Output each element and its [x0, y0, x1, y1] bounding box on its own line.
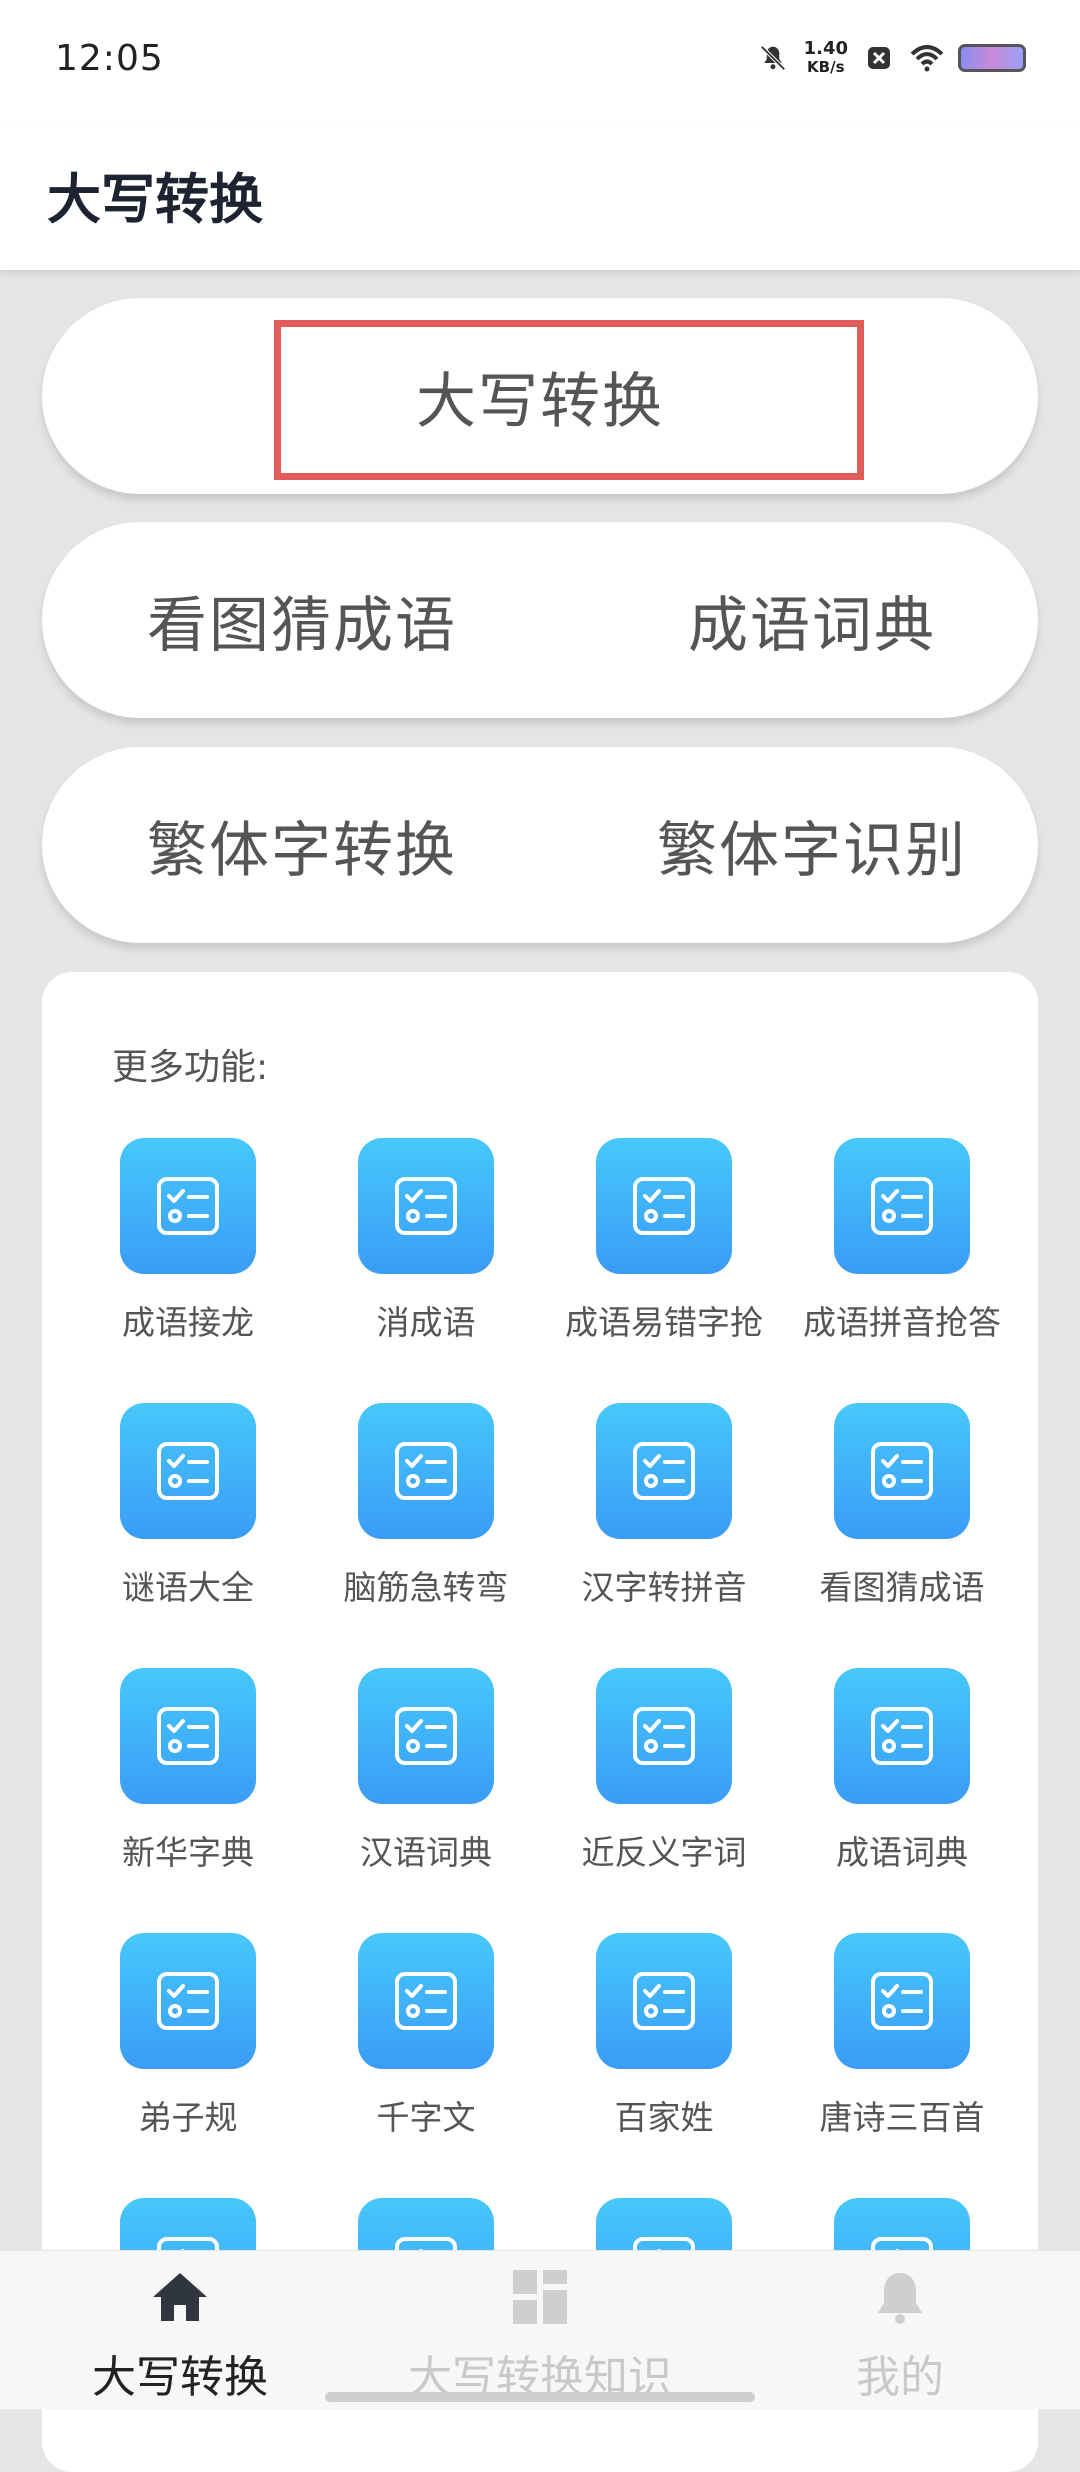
checklist-icon: [596, 1138, 732, 1274]
function-item[interactable]: 消成语: [316, 1138, 536, 1344]
function-item[interactable]: 谜语大全: [78, 1403, 298, 1609]
function-item[interactable]: 成语词典: [792, 1668, 1012, 1874]
function-item-label: 消成语: [376, 1303, 476, 1342]
function-item-label: 谜语大全: [122, 1568, 254, 1607]
function-item-label: 成语词典: [836, 1833, 968, 1872]
function-item[interactable]: 成语接龙: [78, 1138, 298, 1344]
function-item[interactable]: 弟子规: [78, 1933, 298, 2139]
status-bar: 12:05 1.40 KB/s: [0, 0, 1080, 125]
function-item-label: 千字文: [376, 2098, 476, 2137]
feature-row-2: 看图猜成语 成语词典: [42, 522, 1038, 718]
function-item-label: 百家姓: [614, 2098, 714, 2137]
speed-unit: KB/s: [807, 58, 845, 76]
checklist-icon: [358, 1668, 494, 1804]
function-item[interactable]: 汉语词典: [316, 1668, 536, 1874]
traditional-recognize-button[interactable]: 繁体字识别: [622, 747, 1002, 943]
function-item-label: 汉语词典: [360, 1833, 492, 1872]
function-item-label: 汉字转拼音: [581, 1568, 747, 1607]
nav-item-mine[interactable]: 我的: [720, 2251, 1080, 2409]
function-item-label: 成语易错字抢: [565, 1303, 763, 1342]
checklist-icon: [358, 1933, 494, 2069]
checklist-icon: [834, 1403, 970, 1539]
function-item-label: 成语接龙: [122, 1303, 254, 1342]
wifi-icon: [910, 41, 944, 75]
function-item[interactable]: 汉字转拼音: [554, 1403, 774, 1609]
page-title: 大写转换: [47, 168, 263, 231]
checklist-icon: [120, 1933, 256, 2069]
idiom-dictionary-button[interactable]: 成语词典: [622, 522, 1002, 718]
checklist-icon: [120, 1668, 256, 1804]
status-time: 12:05: [55, 38, 164, 79]
function-item-label: 弟子规: [138, 2098, 238, 2137]
network-speed: 1.40 KB/s: [803, 38, 848, 77]
status-icons: 1.40 KB/s: [756, 40, 1026, 76]
function-item[interactable]: 成语拼音抢答: [792, 1138, 1012, 1344]
nav-label: 大写转换: [92, 2352, 268, 2403]
function-item[interactable]: 唐诗三百首: [792, 1933, 1012, 2139]
function-item[interactable]: 成语易错字抢: [554, 1138, 774, 1344]
checklist-icon: [834, 1668, 970, 1804]
bell-icon: [870, 2267, 930, 2327]
more-functions-title: 更多功能:: [112, 1047, 269, 1088]
checklist-icon: [834, 1933, 970, 2069]
function-item[interactable]: 近反义字词: [554, 1668, 774, 1874]
speed-value: 1.40: [803, 38, 848, 59]
home-indicator[interactable]: [325, 2392, 755, 2402]
highlight-box: [274, 320, 864, 480]
checklist-icon: [120, 1403, 256, 1539]
checklist-icon: [596, 1668, 732, 1804]
function-item-label: 唐诗三百首: [819, 2098, 985, 2137]
function-item[interactable]: 看图猜成语: [792, 1403, 1012, 1609]
bottom-nav: 大写转换 大写转换知识 我的: [0, 2250, 1080, 2409]
function-item-label: 近反义字词: [581, 1833, 747, 1872]
traditional-convert-button[interactable]: 繁体字转换: [112, 747, 492, 943]
checklist-icon: [596, 1933, 732, 2069]
bell-muted-icon: [756, 41, 790, 75]
feature-row-3: 繁体字转换 繁体字识别: [42, 747, 1038, 943]
function-item-label: 成语拼音抢答: [803, 1303, 1001, 1342]
grid-icon: [510, 2267, 570, 2327]
function-item-label: 看图猜成语: [819, 1568, 985, 1607]
checklist-icon: [120, 1138, 256, 1274]
feature-row-1: 大写转换: [42, 298, 1038, 494]
checklist-icon: [596, 1403, 732, 1539]
checklist-icon: [358, 1138, 494, 1274]
battery-icon: [958, 44, 1026, 72]
function-item[interactable]: 百家姓: [554, 1933, 774, 2139]
home-icon: [150, 2267, 210, 2327]
nav-label: 我的: [856, 2352, 944, 2403]
checklist-icon: [358, 1403, 494, 1539]
function-item-label: 新华字典: [122, 1833, 254, 1872]
more-functions-card: 更多功能: 成语接龙 消成语 成语易错字抢 成语拼音抢答谜语大全 脑筋急转弯 汉字转拼音 看…: [42, 972, 1038, 2472]
function-item[interactable]: 千字文: [316, 1933, 536, 2139]
app-bar: 大写转换: [0, 125, 1080, 270]
checklist-icon: [834, 1138, 970, 1274]
function-item[interactable]: 新华字典: [78, 1668, 298, 1874]
function-item-label: 脑筋急转弯: [343, 1568, 509, 1607]
function-item[interactable]: 脑筋急转弯: [316, 1403, 536, 1609]
guess-idiom-button[interactable]: 看图猜成语: [112, 522, 492, 718]
nav-item-uppercase-convert[interactable]: 大写转换: [0, 2251, 360, 2409]
close-box-icon: [862, 41, 896, 75]
nav-item-knowledge[interactable]: 大写转换知识: [360, 2251, 720, 2409]
